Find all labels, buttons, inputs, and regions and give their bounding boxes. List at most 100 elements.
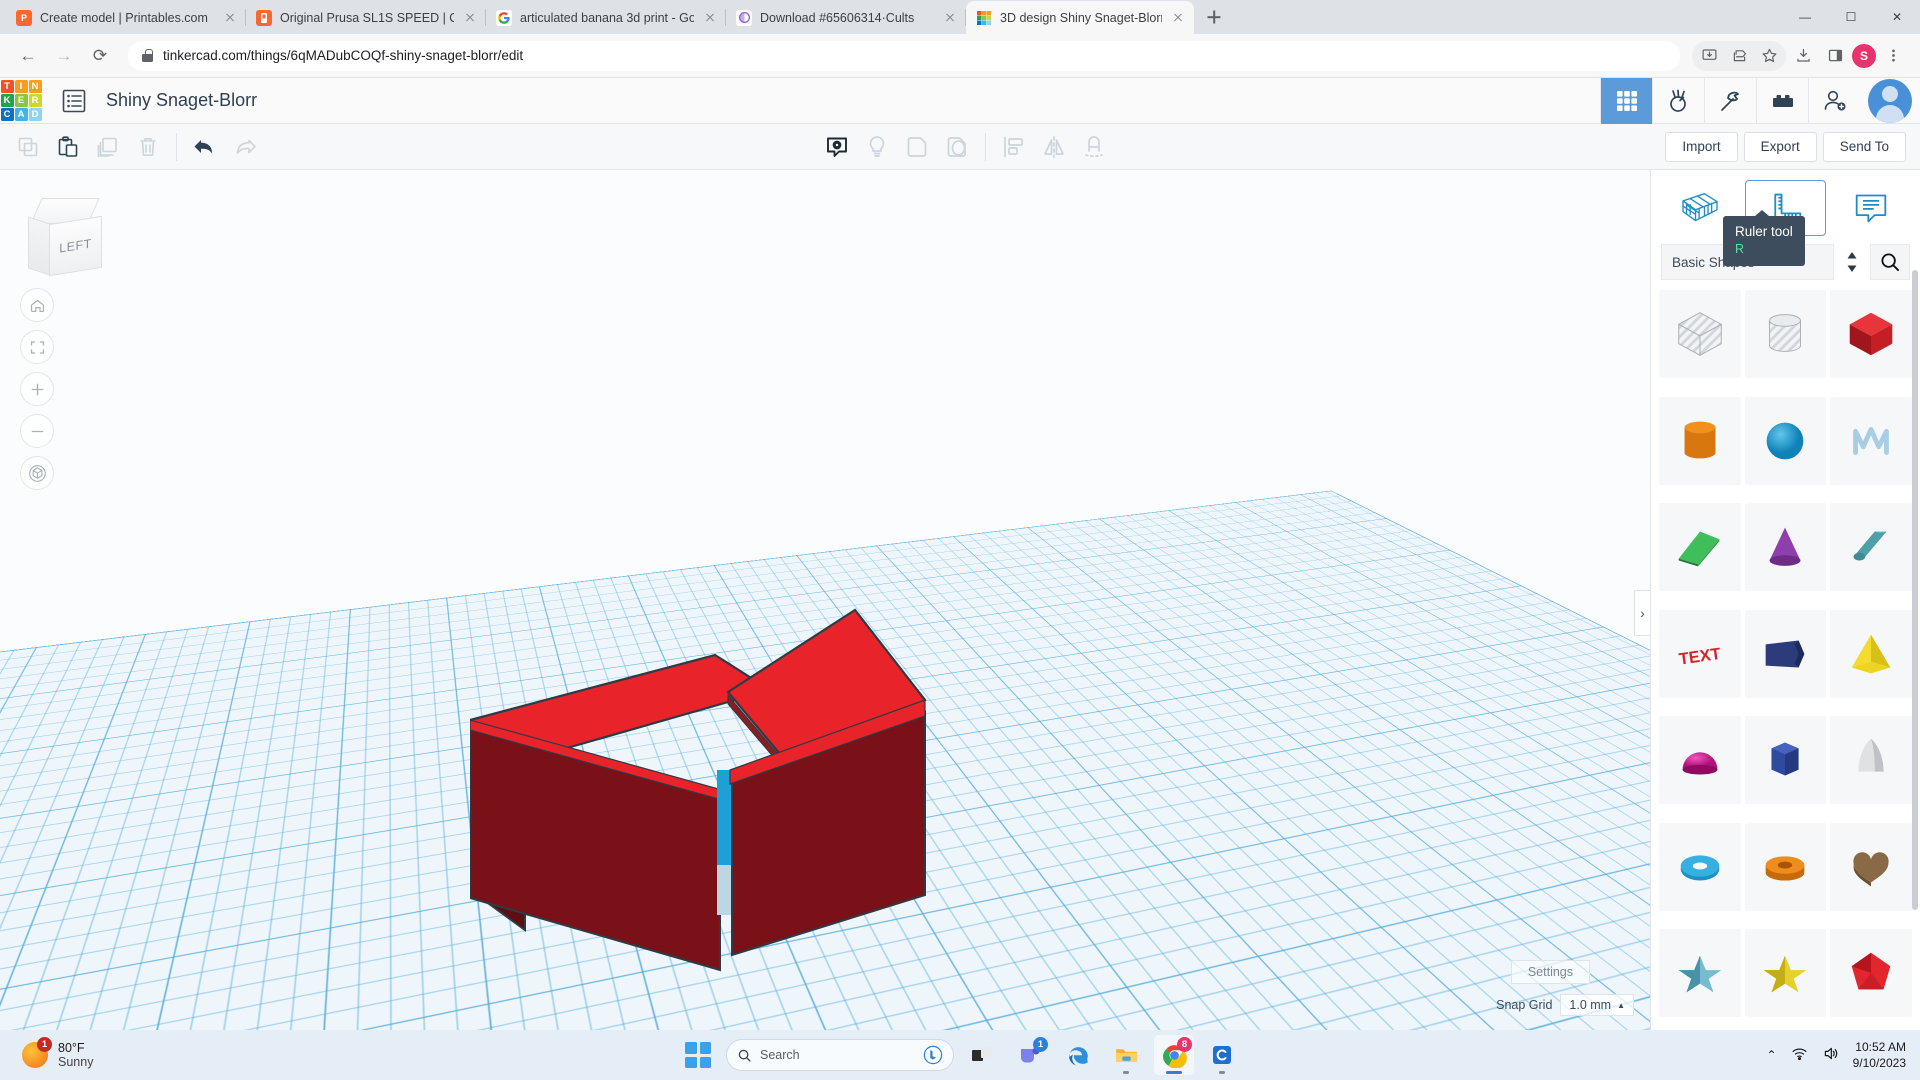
shape-polygon-prism[interactable] [1744,716,1827,805]
wifi-icon[interactable] [1791,1045,1808,1065]
group-shape-icon[interactable] [897,127,937,167]
copy-icon[interactable] [8,127,48,167]
page-title[interactable]: Shiny Snaget-Blorr [106,90,257,111]
duplicate-icon[interactable] [88,127,128,167]
view-cube-side-face[interactable] [28,216,50,276]
maximize-button[interactable]: ☐ [1828,0,1874,34]
zoom-in-button[interactable] [20,372,54,406]
new-tab-button[interactable] [1200,3,1228,31]
search-icon[interactable] [1870,244,1910,280]
volume-icon[interactable] [1822,1045,1839,1065]
shape-box[interactable] [1830,290,1912,378]
browser-tab-0[interactable]: P Create model | Printables.com [6,1,246,34]
tray-chevron-icon[interactable]: ⌃ [1767,1048,1777,1062]
browser-tab-1[interactable]: Original Prusa SL1S SPEED | Origi [246,1,486,34]
close-icon[interactable] [702,10,718,26]
mirror-icon[interactable] [1034,127,1074,167]
fit-to-view-button[interactable] [20,330,54,364]
stepper-updown-icon[interactable] [1840,251,1864,273]
edge-icon[interactable] [1058,1035,1098,1075]
view-cube-front-face[interactable]: LEFT [49,215,102,277]
address-bar[interactable]: tinkercad.com/things/6qMADubCOQf-shiny-s… [128,40,1680,71]
shape-library-grid[interactable]: TEXT [1651,290,1920,1032]
share-icon[interactable] [1724,41,1754,71]
close-icon[interactable] [222,10,238,26]
close-icon[interactable] [462,10,478,26]
shape-tube[interactable] [1744,822,1827,911]
teams-icon[interactable]: 1 [1010,1035,1050,1075]
invite-people-icon[interactable] [1808,77,1860,124]
panel-scrollbar[interactable] [1912,270,1918,910]
cults-app-icon[interactable] [1202,1035,1242,1075]
shape-star-3d[interactable] [1659,929,1741,1018]
shape-polyhedron[interactable] [1830,929,1912,1018]
orthographic-toggle-button[interactable] [20,456,54,490]
shape-cylinder[interactable] [1659,396,1741,485]
notes-comment-icon[interactable] [817,127,857,167]
ungroup-shape-icon[interactable] [937,127,977,167]
snap-grid-value[interactable]: 1.0 mm ▲ [1560,994,1634,1016]
back-icon[interactable]: ← [12,40,44,72]
shape-torus[interactable] [1659,822,1741,911]
design-viewport[interactable]: LEFT Settings Snap Grid 1.0 mm ▲ › [0,170,1650,1030]
import-button[interactable]: Import [1665,131,1738,162]
shape-paraboloid[interactable] [1830,716,1912,805]
shape-half-sphere[interactable] [1659,716,1741,805]
side-panel-icon[interactable] [1820,41,1850,71]
zoom-out-button[interactable] [20,414,54,448]
user-avatar[interactable] [1868,78,1912,123]
close-icon[interactable] [1170,10,1186,26]
shape-roof[interactable] [1830,503,1912,592]
taskbar-search-box[interactable]: Search [726,1039,954,1071]
selected-shapes-model[interactable] [470,600,1090,1000]
minimize-button[interactable]: — [1782,0,1828,34]
tinkercad-logo[interactable]: T I N K E R C A D [0,78,42,124]
windows-start-icon[interactable] [678,1035,718,1075]
home-view-button[interactable] [20,288,54,322]
lightbulb-icon[interactable] [857,127,897,167]
codeblocks-icon[interactable] [1652,77,1704,124]
send-to-button[interactable]: Send To [1822,131,1906,162]
shape-star[interactable] [1744,929,1827,1018]
browser-tab-3[interactable]: Download #65606314·Cults [726,1,966,34]
align-icon[interactable] [994,127,1034,167]
taskbar-clock[interactable]: 10:52 AM 9/10/2023 [1853,1039,1906,1071]
weather-widget[interactable]: 1 80°F Sunny [0,1037,93,1069]
shape-prism-box[interactable] [1744,609,1827,698]
install-icon[interactable] [1694,41,1724,71]
bookmark-star-icon[interactable] [1754,41,1784,71]
redo-icon[interactable] [225,127,265,167]
list-panel-icon[interactable] [56,83,92,119]
shape-cylinder-hole[interactable] [1744,290,1827,378]
shape-pyramid[interactable] [1830,609,1912,698]
close-icon[interactable] [942,10,958,26]
shape-text[interactable]: TEXT [1659,609,1741,698]
close-window-button[interactable]: ✕ [1874,0,1920,34]
shape-sphere[interactable] [1744,396,1827,485]
collapse-panel-button[interactable]: › [1634,590,1650,636]
undo-icon[interactable] [185,127,225,167]
view-cube[interactable]: LEFT [28,198,102,277]
magnet-icon[interactable] [1074,127,1114,167]
chrome-icon[interactable]: 8 [1154,1035,1194,1075]
viewport-settings-button[interactable]: Settings [1510,960,1590,984]
shape-wedge[interactable] [1659,503,1741,592]
downloads-icon[interactable] [1788,41,1818,71]
shape-heart[interactable] [1830,822,1912,911]
notes-tab[interactable] [1830,180,1912,236]
export-button[interactable]: Export [1743,131,1817,162]
delete-trash-icon[interactable] [128,127,168,167]
bricks-icon[interactable] [1756,77,1808,124]
browser-tab-2[interactable]: articulated banana 3d print - Goo [486,1,726,34]
shape-cone[interactable] [1744,503,1827,592]
gallery-grid-icon[interactable] [1600,77,1652,124]
task-view-icon[interactable] [962,1035,1002,1075]
learn-hammer-icon[interactable] [1704,77,1756,124]
browser-tab-4[interactable]: 3D design Shiny Snaget-Blorr | Ti [966,1,1194,34]
forward-icon[interactable]: → [48,40,80,72]
kebab-menu-icon[interactable] [1878,41,1908,71]
shape-scribble[interactable] [1830,396,1912,485]
reload-icon[interactable]: ⟳ [84,40,116,72]
paste-icon[interactable] [48,127,88,167]
file-explorer-icon[interactable] [1106,1035,1146,1075]
